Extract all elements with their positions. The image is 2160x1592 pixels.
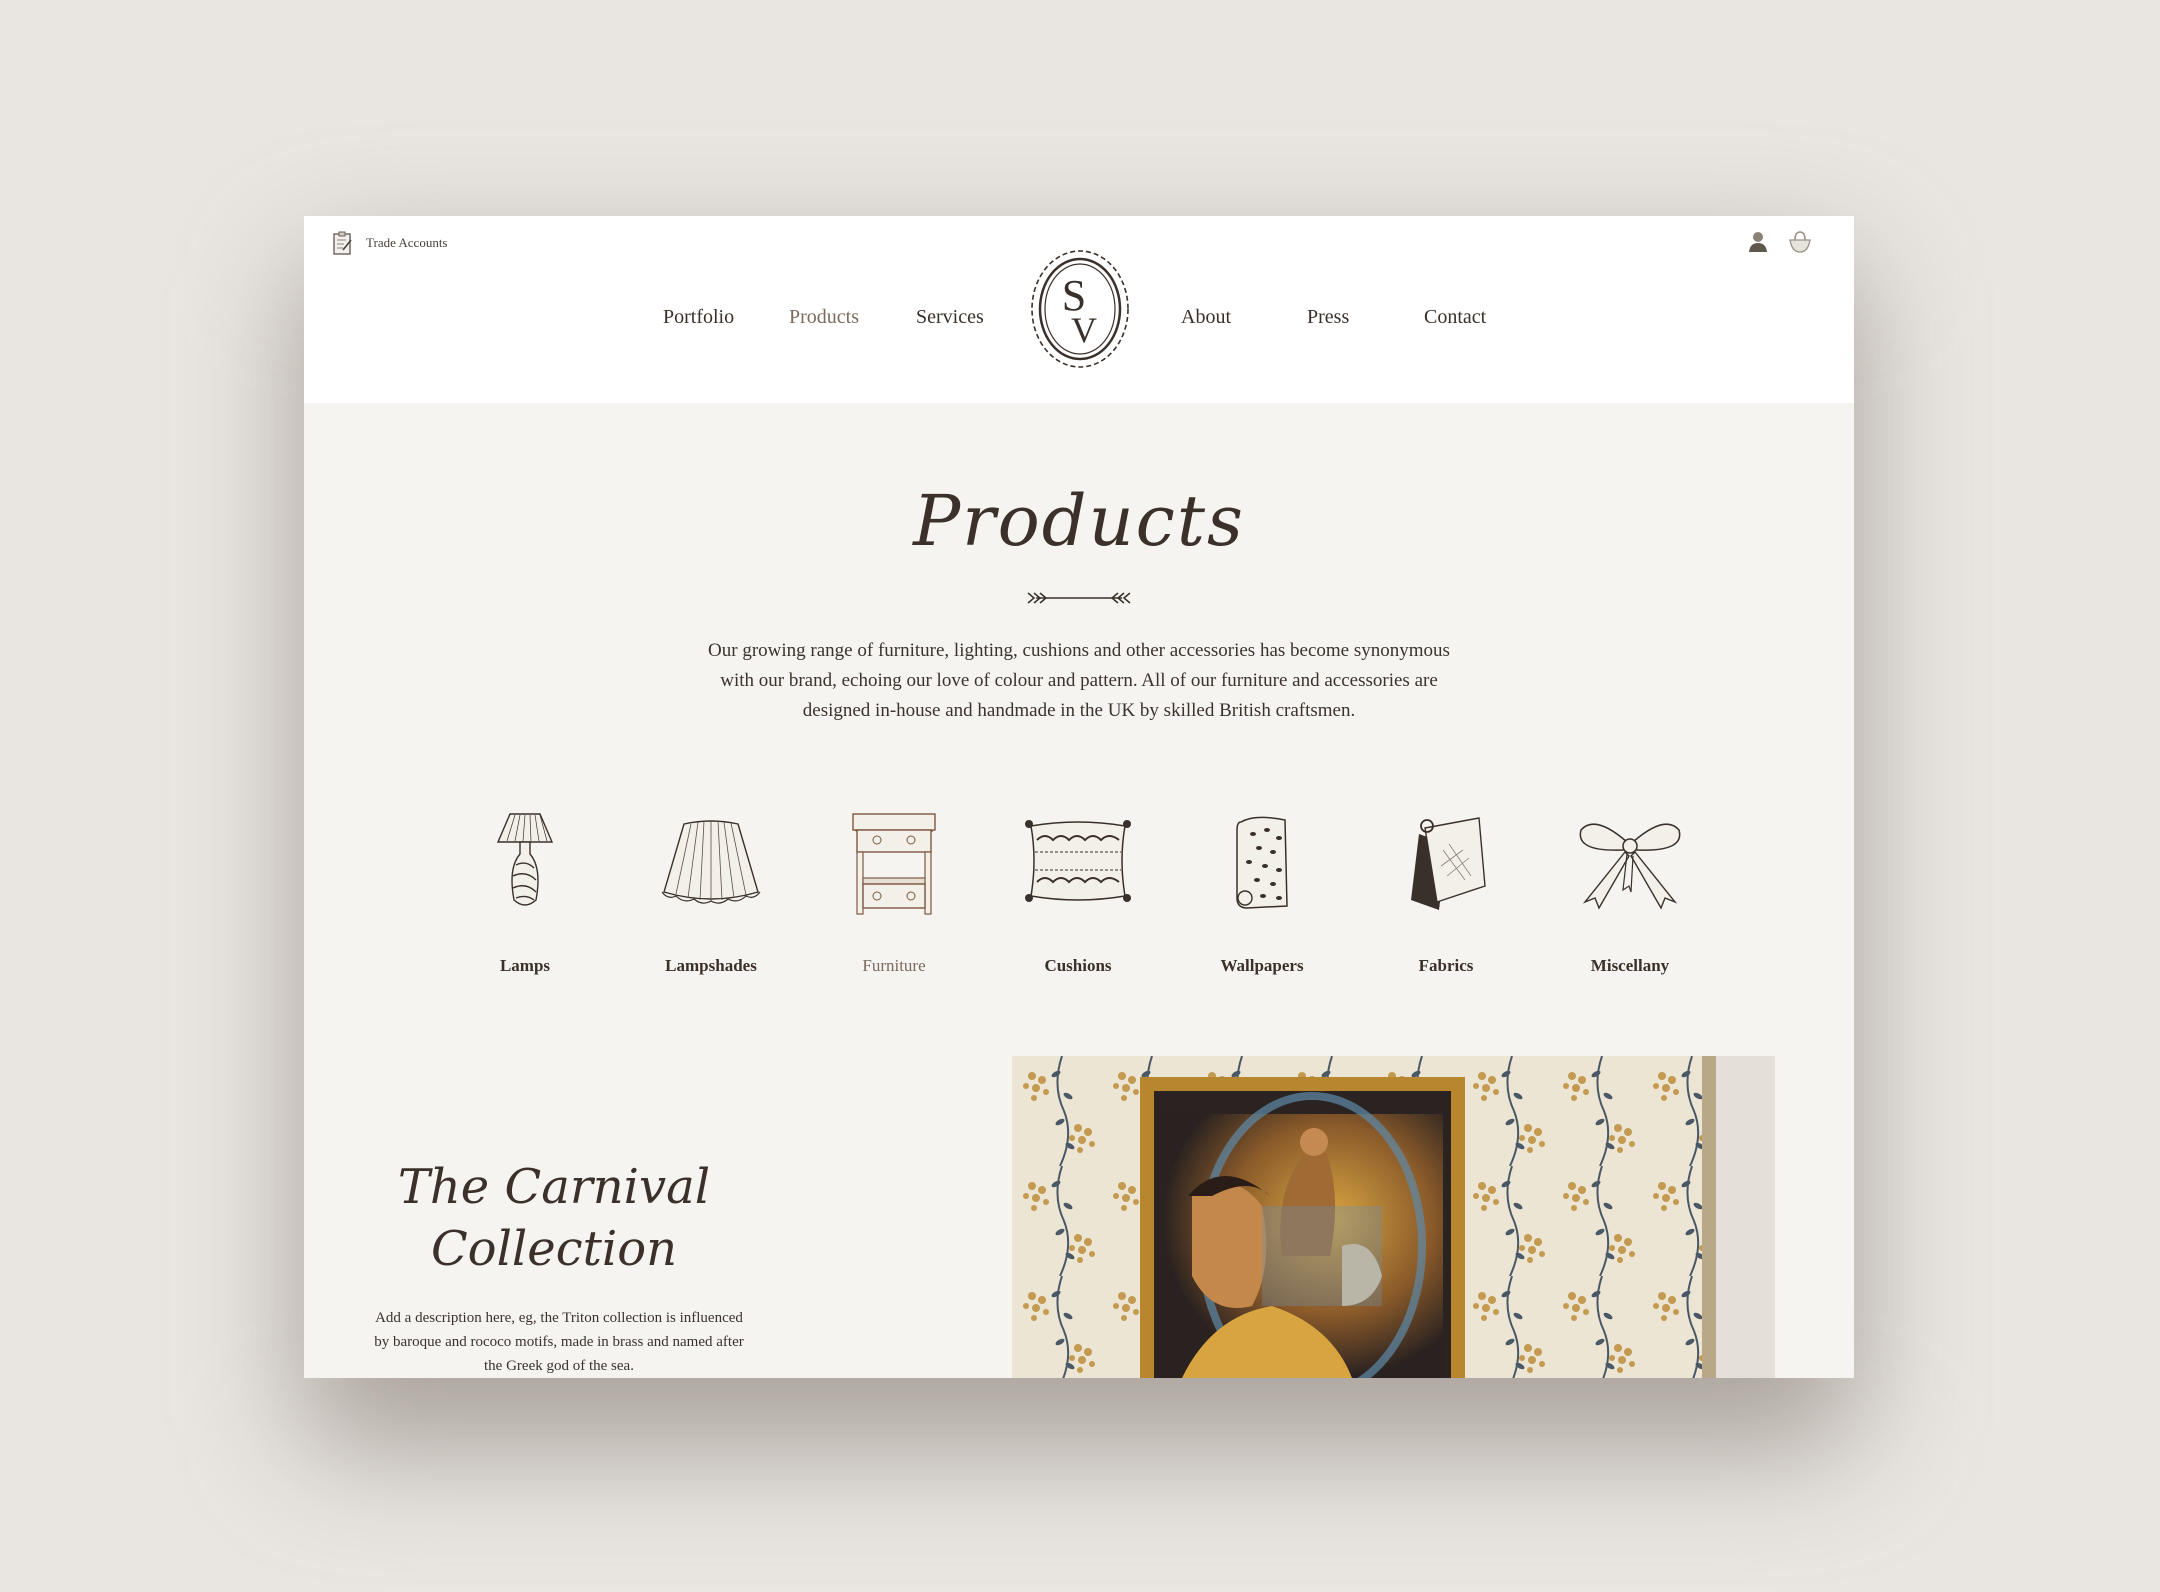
category-label: Furniture xyxy=(862,956,926,975)
category-label: Wallpapers xyxy=(1220,956,1304,975)
category-label: Lampshades xyxy=(665,956,757,975)
nav-portfolio[interactable]: Portfolio xyxy=(663,306,734,329)
intro-paragraph: Our growing range of furniture, lighting… xyxy=(708,640,1450,721)
nav-press[interactable]: Press xyxy=(1307,306,1349,329)
logo-letter-v: V xyxy=(1071,310,1097,350)
collection-photo[interactable] xyxy=(1012,1056,1775,1378)
category-miscellany[interactable]: Miscellany xyxy=(1550,810,1710,976)
category-wallpapers[interactable]: Wallpapers xyxy=(1182,810,1342,976)
collection-description: Add a description here, eg, the Triton c… xyxy=(374,1310,744,1374)
lampshade-icon xyxy=(661,820,761,904)
website-page: Trade Accounts Portfolio Products Servic… xyxy=(304,216,1854,1378)
account-icon[interactable] xyxy=(1746,228,1770,256)
category-label: Fabrics xyxy=(1418,956,1474,975)
nav-products[interactable]: Products xyxy=(789,306,859,329)
collection-title-line2: Collection xyxy=(430,1221,678,1277)
trade-accounts-label: Trade Accounts xyxy=(366,235,448,250)
wallpaper-poster-image xyxy=(1012,1056,1775,1378)
sv-logo[interactable]: S V xyxy=(1026,244,1134,374)
arrow-divider-icon xyxy=(1027,592,1131,604)
site-header: Trade Accounts Portfolio Products Servic… xyxy=(304,216,1854,403)
category-cushions[interactable]: Cushions xyxy=(998,810,1158,976)
basket-icon[interactable] xyxy=(1788,228,1812,256)
collection-title-line1: The Carnival xyxy=(397,1159,711,1215)
category-label: Cushions xyxy=(1044,956,1112,975)
furniture-icon xyxy=(852,813,936,915)
lamp-icon xyxy=(496,813,554,906)
cushion-icon xyxy=(1025,820,1131,902)
nav-about[interactable]: About xyxy=(1181,306,1231,329)
nav-contact[interactable]: Contact xyxy=(1424,306,1486,329)
trade-accounts-link[interactable]: Trade Accounts xyxy=(332,230,448,256)
category-furniture[interactable]: Furniture xyxy=(814,810,974,976)
category-label: Lamps xyxy=(499,956,551,975)
category-lamps[interactable]: Lamps xyxy=(445,810,605,976)
wallpaper-roll-icon xyxy=(1236,816,1288,909)
bow-icon xyxy=(1579,823,1681,910)
page-title: Products xyxy=(913,480,1245,562)
fabric-swatch-icon xyxy=(1411,817,1486,910)
clipboard-icon xyxy=(333,231,352,255)
collection-title: The Carnival Collection xyxy=(374,1156,734,1280)
category-lampshades[interactable]: Lampshades xyxy=(631,810,791,976)
category-fabrics[interactable]: Fabrics xyxy=(1366,810,1526,976)
nav-services[interactable]: Services xyxy=(916,306,984,329)
category-label: Miscellany xyxy=(1590,956,1670,975)
